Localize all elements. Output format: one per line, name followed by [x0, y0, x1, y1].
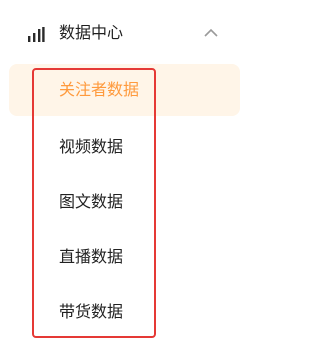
menu-item-sales-data[interactable]: 带货数据: [0, 286, 257, 338]
data-center-menu-header[interactable]: 数据中心: [0, 0, 257, 68]
menu-item-label: 带货数据: [59, 302, 124, 321]
menu-item-image-text-data[interactable]: 图文数据: [0, 176, 257, 228]
menu-item-label: 关注者数据: [59, 80, 140, 99]
menu-item-live-data[interactable]: 直播数据: [0, 231, 257, 283]
chevron-up-icon[interactable]: [203, 27, 219, 39]
menu-item-label: 图文数据: [59, 192, 124, 211]
bar-chart-icon: [28, 27, 45, 42]
menu-item-follower-data[interactable]: 关注者数据: [0, 64, 257, 116]
menu-item-label: 直播数据: [59, 247, 124, 266]
menu-item-label: 视频数据: [59, 137, 124, 156]
menu-title: 数据中心: [59, 23, 124, 42]
menu-item-video-data[interactable]: 视频数据: [0, 121, 257, 173]
